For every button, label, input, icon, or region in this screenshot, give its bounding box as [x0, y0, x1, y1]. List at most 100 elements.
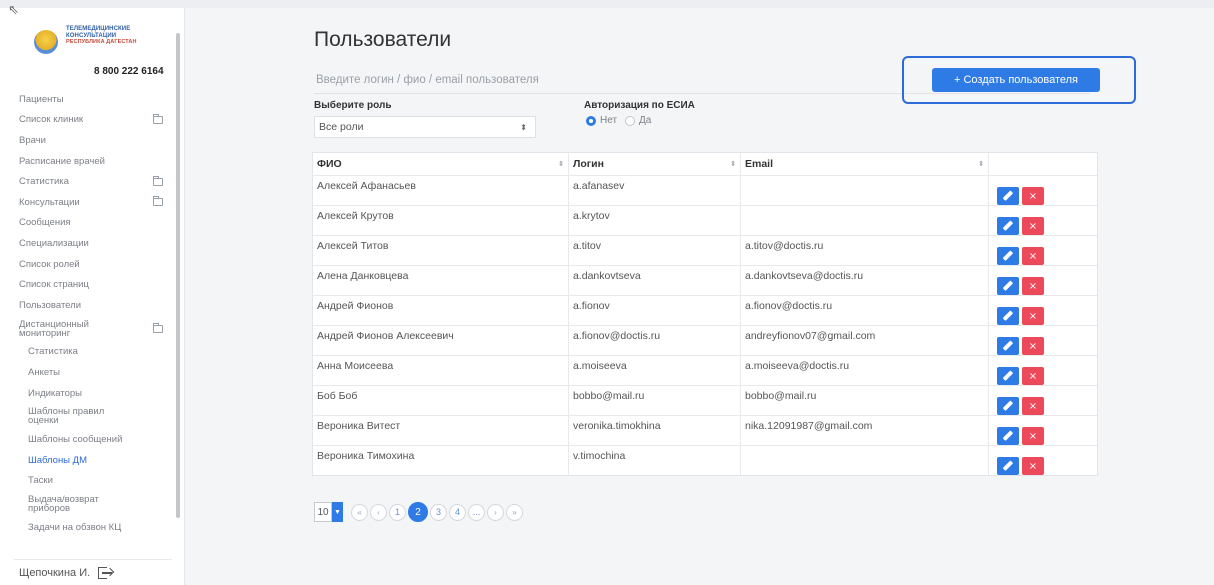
page-size-select[interactable]: 10 ▼	[314, 502, 343, 522]
cell-email: a.dankovtseva@doctis.ru	[741, 266, 989, 295]
sidebar-item-label: Врачи	[19, 134, 46, 146]
page-title: Пользователи	[314, 28, 452, 51]
sidebar-item[interactable]: Дистанционный мониторинг	[19, 316, 165, 342]
sidebar-subitem[interactable]: Шаблоны сообщений	[19, 429, 165, 450]
sidebar-item[interactable]: Сообщения	[19, 213, 165, 234]
sidebar-subitem[interactable]: Индикаторы	[19, 383, 165, 404]
column-header-login[interactable]: Логин ⬍	[569, 153, 741, 175]
sidebar-subitem[interactable]: Таски	[19, 471, 165, 492]
delete-button[interactable]: ×	[1022, 427, 1044, 445]
logout-icon[interactable]	[98, 567, 113, 579]
pencil-icon	[1002, 340, 1013, 351]
chevron-down-icon: ▼	[332, 502, 343, 522]
sidebar-subitem[interactable]: Шаблоны правил оценки	[19, 403, 165, 429]
sidebar-item[interactable]: Расписание врачей	[19, 151, 165, 172]
cell-fio: Алена Данковцева	[313, 266, 569, 295]
cell-fio: Алексей Афанасьев	[313, 176, 569, 205]
cell-actions: ×	[989, 416, 1097, 445]
logo[interactable]: ТЕЛЕМЕДИЦИНСКИЕ КОНСУЛЬТАЦИИ РЕСПУБЛИКА …	[32, 26, 172, 62]
esia-radio-yes[interactable]	[625, 115, 636, 126]
first-page-button[interactable]: «	[351, 503, 368, 521]
delete-button[interactable]: ×	[1022, 187, 1044, 205]
role-select-value: Все роли	[319, 121, 364, 133]
esia-radio-no-label: Нет	[600, 115, 618, 126]
edit-button[interactable]	[997, 307, 1019, 325]
sidebar-item[interactable]: Пользователи	[19, 295, 165, 316]
delete-button[interactable]: ×	[1022, 277, 1044, 295]
edit-button[interactable]	[997, 187, 1019, 205]
page-button[interactable]: 3	[430, 503, 447, 521]
cell-email: a.titov@doctis.ru	[741, 236, 989, 265]
sidebar-item[interactable]: Консультации	[19, 192, 165, 213]
delete-button[interactable]: ×	[1022, 247, 1044, 265]
sidebar-item-label: Специализации	[19, 237, 89, 249]
user-name: Щепочкина И.	[19, 567, 91, 579]
sidebar-item[interactable]: Статистика	[19, 171, 165, 192]
edit-button[interactable]	[997, 457, 1019, 475]
cell-email: a.fionov@doctis.ru	[741, 296, 989, 325]
delete-button[interactable]: ×	[1022, 307, 1044, 325]
table-row: Алена Данковцева a.dankovtseva a.dankovtse…	[313, 266, 1097, 296]
cell-actions: ×	[989, 176, 1097, 205]
role-select[interactable]: Все роли ⬍	[314, 116, 536, 138]
pencil-icon	[1002, 250, 1013, 261]
column-header-login-label: Логин	[573, 158, 604, 170]
sidebar-subitem-label: Шаблоны правил оценки	[28, 406, 105, 427]
page-button[interactable]: 4	[449, 503, 466, 521]
sidebar-subitem[interactable]: Анкеты	[19, 362, 165, 383]
sidebar-item[interactable]: Список клиник	[19, 110, 165, 131]
sidebar-item[interactable]: Врачи	[19, 130, 165, 151]
sort-icon: ⬍	[558, 161, 564, 168]
edit-button[interactable]	[997, 367, 1019, 385]
delete-button[interactable]: ×	[1022, 217, 1044, 235]
esia-radio-no[interactable]	[586, 115, 596, 126]
cell-login: bobbo@mail.ru	[569, 386, 741, 415]
sidebar-subitem[interactable]: Выдача/возврат приборов	[19, 491, 165, 517]
cell-fio: Боб Боб	[313, 386, 569, 415]
page-button[interactable]: ...	[468, 503, 485, 521]
next-page-button[interactable]: ›	[487, 503, 504, 521]
sidebar-item[interactable]: Список ролей	[19, 254, 165, 275]
table-row: Алексей Крутов a.krytov ×	[313, 206, 1097, 236]
table-row: Боб Боб bobbo@mail.ru bobbo@mail.ru ×	[313, 386, 1097, 416]
cell-actions: ×	[989, 206, 1097, 235]
sidebar-subitem[interactable]: Статистика	[19, 342, 165, 363]
column-header-actions	[989, 153, 1097, 175]
sidebar-item[interactable]: Пациенты	[19, 89, 165, 110]
cell-email: nika.12091987@gmail.com	[741, 416, 989, 445]
prev-page-button[interactable]: ‹	[370, 503, 387, 521]
page-button[interactable]: 2	[408, 502, 428, 522]
delete-button[interactable]: ×	[1022, 367, 1044, 385]
pencil-icon	[1002, 280, 1013, 291]
cell-actions: ×	[989, 296, 1097, 325]
sidebar-item-label: Консультации	[19, 196, 80, 208]
page-button[interactable]: 1	[389, 503, 406, 521]
esia-label: Авторизация по ЕСИА	[584, 100, 695, 111]
edit-button[interactable]	[997, 217, 1019, 235]
cell-email	[741, 176, 989, 205]
last-page-button[interactable]: »	[506, 503, 523, 521]
pencil-icon	[1002, 400, 1013, 411]
cell-email: andreyfionov07@gmail.com	[741, 326, 989, 355]
sort-icon: ⬍	[730, 161, 736, 168]
row-actions: ×	[993, 360, 1093, 385]
create-user-button[interactable]: + Создать пользователя	[932, 68, 1100, 92]
select-arrows-icon: ⬍	[520, 122, 527, 132]
edit-button[interactable]	[997, 337, 1019, 355]
sidebar-subitem[interactable]: Шаблоны ДМ	[19, 450, 165, 471]
edit-button[interactable]	[997, 277, 1019, 295]
delete-button[interactable]: ×	[1022, 397, 1044, 415]
search-input[interactable]	[314, 68, 874, 92]
column-header-email[interactable]: Email ⬍	[741, 153, 989, 175]
sidebar-item[interactable]: Специализации	[19, 233, 165, 254]
edit-button[interactable]	[997, 247, 1019, 265]
sidebar-subitem[interactable]: Задачи на обзвон КЦ	[19, 517, 165, 538]
sidebar-item[interactable]: Список страниц	[19, 274, 165, 295]
row-actions: ×	[993, 390, 1093, 415]
edit-button[interactable]	[997, 397, 1019, 415]
column-header-fio[interactable]: ФИО ⬍	[313, 153, 569, 175]
delete-button[interactable]: ×	[1022, 337, 1044, 355]
edit-button[interactable]	[997, 427, 1019, 445]
sidebar-scrollbar[interactable]	[176, 33, 180, 518]
delete-button[interactable]: ×	[1022, 457, 1044, 475]
